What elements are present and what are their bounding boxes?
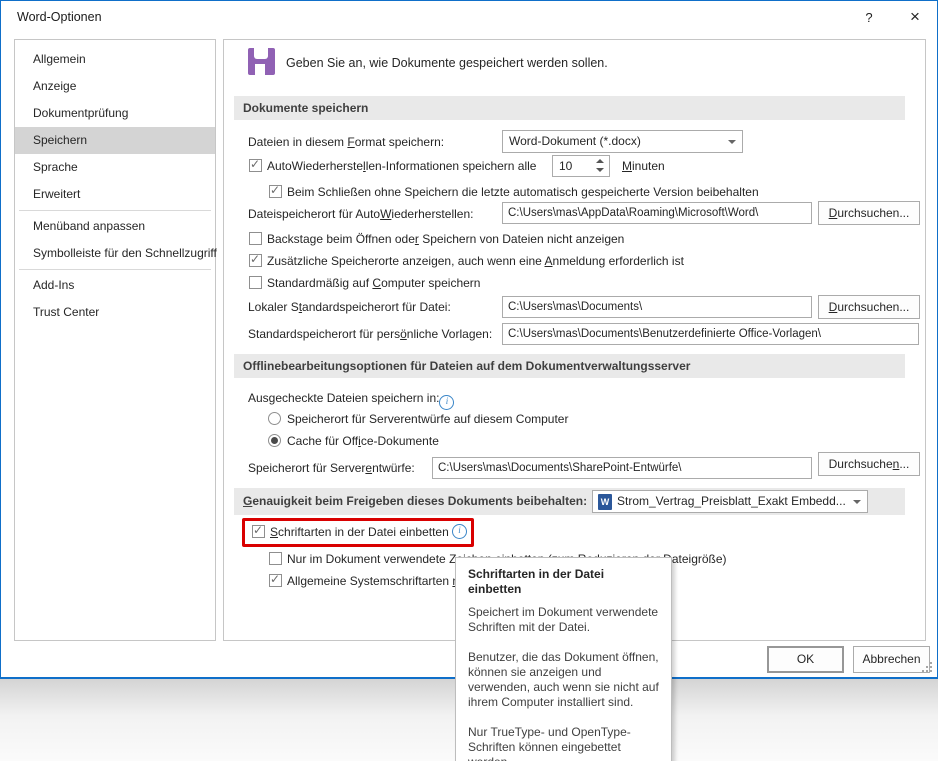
keep-last-version-checkbox[interactable] xyxy=(269,185,282,198)
default-computer-label: Standardmäßig auf Computer speichern xyxy=(267,276,480,290)
sidebar-item-allgemein[interactable]: Allgemein xyxy=(15,46,215,73)
cancel-button[interactable]: Abbrechen xyxy=(853,646,930,673)
backstage-checkbox[interactable] xyxy=(249,232,262,245)
sidebar-item-trustcenter[interactable]: Trust Center xyxy=(15,299,215,326)
sidebar-item-speichern[interactable]: Speichern xyxy=(15,127,215,154)
dialog-title: Word-Optionen xyxy=(17,10,102,24)
intro-text: Geben Sie an, wie Dokumente gespeichert … xyxy=(286,56,608,70)
templates-path-label: Standardspeicherort für persönliche Vorl… xyxy=(248,327,492,341)
backstage-label: Backstage beim Öffnen oder Speichern von… xyxy=(267,232,624,246)
sidebar-separator xyxy=(19,210,211,211)
sidebar-item-erweitert[interactable]: Erweitert xyxy=(15,181,215,208)
sidebar-item-menueband[interactable]: Menüband anpassen xyxy=(15,213,215,240)
sidebar-item-schnellzugriff[interactable]: Symbolleiste für den Schnellzugriff xyxy=(15,240,215,267)
sidebar-item-dokumentpruefung[interactable]: Dokumentprüfung xyxy=(15,100,215,127)
info-icon[interactable] xyxy=(452,524,467,539)
server-drafts-radio-label: Speicherort für Serverentwürfe auf diese… xyxy=(287,412,568,426)
office-cache-radio-label: Cache für Office-Dokumente xyxy=(287,434,439,448)
autorecover-label: AutoWiederherstellen-Informationen speic… xyxy=(267,159,536,173)
sidebar-item-sprache[interactable]: Sprache xyxy=(15,154,215,181)
extra-locations-label: Zusätzliche Speicherorte anzeigen, auch … xyxy=(267,254,684,268)
embed-used-only-checkbox[interactable] xyxy=(269,552,282,565)
local-path-field[interactable]: C:\Users\mas\Documents\ xyxy=(502,296,812,318)
sidebar-separator xyxy=(19,269,211,270)
format-dropdown-value: Word-Dokument (*.docx) xyxy=(509,134,641,148)
section-header-dokumente-speichern: Dokumente speichern xyxy=(234,96,905,120)
chevron-down-icon xyxy=(728,140,736,144)
browse-autorecover-button[interactable]: Durchsuchen... xyxy=(818,201,920,225)
embed-fonts-label: Schriftarten in der Datei einbetten xyxy=(270,525,449,539)
browse-drafts-button[interactable]: Durchsuchen... xyxy=(818,452,920,476)
browse-local-button[interactable]: Durchsuchen... xyxy=(818,295,920,319)
templates-path-field[interactable]: C:\Users\mas\Documents\Benutzerdefiniert… xyxy=(502,323,919,345)
main-panel: Geben Sie an, wie Dokumente gespeichert … xyxy=(223,39,926,641)
screenshot-stage: Word-Optionen ? × Allgemein Anzeige Doku… xyxy=(0,0,938,761)
tooltip-title: Schriftarten in der Datei einbetten xyxy=(468,567,659,597)
word-document-icon xyxy=(598,494,612,510)
sidebar-item-addins[interactable]: Add-Ins xyxy=(15,272,215,299)
embed-fonts-checkbox[interactable] xyxy=(252,525,265,538)
fidelity-document-dropdown[interactable]: Strom_Vertrag_Preisblatt_Exakt Embedd... xyxy=(592,490,868,513)
minutes-value: 10 xyxy=(559,159,572,173)
tooltip-paragraph: Benutzer, die das Dokument öffnen, könne… xyxy=(468,650,659,710)
office-cache-radio[interactable] xyxy=(268,434,281,447)
drafts-path-label: Speicherort für Serverentwürfe: xyxy=(248,461,415,475)
autorecover-path-field[interactable]: C:\Users\mas\AppData\Roaming\Microsoft\W… xyxy=(502,202,812,224)
tooltip-paragraph: Speichert im Dokument verwendete Schrift… xyxy=(468,605,659,635)
format-label: Dateien in diesem Format speichern: xyxy=(248,135,444,149)
minutes-stepper[interactable]: 10 xyxy=(552,155,610,177)
keep-last-version-label: Beim Schließen ohne Speichern die letzte… xyxy=(287,185,759,199)
local-path-label: Lokaler Standardspeicherort für Datei: xyxy=(248,300,451,314)
drafts-path-field[interactable]: C:\Users\mas\Documents\SharePoint-Entwür… xyxy=(432,457,812,479)
sidebar-item-anzeige[interactable]: Anzeige xyxy=(15,73,215,100)
no-system-fonts-checkbox[interactable] xyxy=(269,574,282,587)
resize-grip-icon[interactable] xyxy=(922,662,934,674)
autorecover-checkbox[interactable] xyxy=(249,159,262,172)
spinner-arrows-icon[interactable] xyxy=(593,156,607,176)
checkout-label: Ausgecheckte Dateien speichern in: xyxy=(248,391,454,410)
fidelity-document-value: Strom_Vertrag_Preisblatt_Exakt Embedd... xyxy=(617,494,846,508)
info-icon[interactable] xyxy=(439,395,454,410)
server-drafts-radio[interactable] xyxy=(268,412,281,425)
autorecover-path-label: Dateispeicherort für AutoWiederherstelle… xyxy=(248,207,473,221)
save-floppy-icon xyxy=(248,48,275,75)
close-icon[interactable]: × xyxy=(903,5,927,29)
embed-fonts-tooltip: Schriftarten in der Datei einbetten Spei… xyxy=(455,557,672,761)
format-dropdown[interactable]: Word-Dokument (*.docx) xyxy=(502,130,743,153)
tooltip-paragraph: Nur TrueType- und OpenType-Schriften kön… xyxy=(468,725,659,761)
sidebar: Allgemein Anzeige Dokumentprüfung Speich… xyxy=(14,39,216,641)
ok-button[interactable]: OK xyxy=(767,646,844,673)
default-computer-checkbox[interactable] xyxy=(249,276,262,289)
minutes-label: Minuten xyxy=(622,159,665,173)
section-header-offline: Offlinebearbeitungsoptionen für Dateien … xyxy=(234,354,905,378)
help-icon[interactable]: ? xyxy=(859,8,879,28)
extra-locations-checkbox[interactable] xyxy=(249,254,262,267)
chevron-down-icon xyxy=(853,500,861,504)
